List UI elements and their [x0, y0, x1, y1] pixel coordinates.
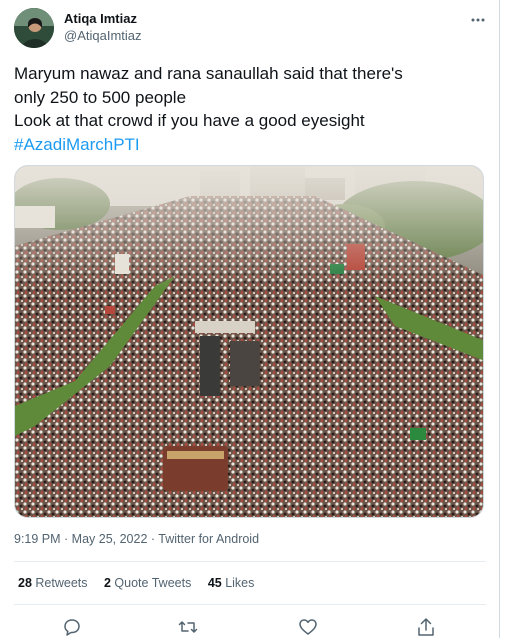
retweets-label: Retweets — [35, 576, 88, 590]
tweet-meta: 9:19 PM · May 25, 2022 · Twitter for And… — [14, 532, 259, 546]
share-button[interactable] — [415, 616, 437, 638]
reply-button[interactable] — [61, 616, 83, 638]
crowd-photo — [15, 166, 483, 517]
retweets-stat[interactable]: 28 Retweets — [18, 576, 88, 590]
tweet-actions — [0, 616, 500, 638]
hashtag-link[interactable]: #AzadiMarchPTI — [14, 133, 484, 157]
tweet-card: Atiqa Imtiaz @AtiqaImtiaz Maryum nawaz a… — [0, 0, 500, 638]
like-icon — [299, 619, 317, 635]
retweet-icon — [178, 621, 198, 633]
like-button[interactable] — [297, 616, 319, 638]
likes-label: Likes — [225, 576, 255, 590]
quote-tweets-label: Quote Tweets — [114, 576, 192, 590]
more-horizontal-icon — [471, 18, 485, 22]
likes-count: 45 — [207, 576, 222, 590]
tweet-media-photo[interactable] — [14, 165, 484, 518]
retweet-button[interactable] — [177, 616, 199, 638]
more-options-button[interactable] — [468, 10, 488, 30]
divider — [14, 604, 486, 605]
tweet-text-line: Maryum nawaz and rana sanaullah said tha… — [14, 64, 403, 83]
quote-tweets-count: 2 — [103, 576, 111, 590]
share-icon — [418, 618, 434, 636]
tweet-text: Maryum nawaz and rana sanaullah said tha… — [14, 62, 484, 156]
author-handle[interactable]: @AtiqaImtiaz — [64, 28, 142, 43]
tweet-text-line: Look at that crowd if you have a good ey… — [14, 111, 365, 130]
tweet-timestamp[interactable]: 9:19 PM · May 25, 2022 — [14, 532, 147, 546]
author-display-name[interactable]: Atiqa Imtiaz — [64, 11, 137, 26]
reply-icon — [64, 619, 80, 636]
avatar[interactable] — [14, 8, 54, 48]
divider — [14, 561, 486, 562]
retweets-count: 28 — [18, 576, 32, 590]
tweet-text-line: only 250 to 500 people — [14, 87, 187, 107]
tweet-source[interactable]: Twitter for Android — [158, 532, 259, 546]
quote-tweets-stat[interactable]: 2 Quote Tweets — [104, 576, 191, 590]
meta-separator: · — [147, 532, 159, 546]
likes-stat[interactable]: 45 Likes — [208, 576, 255, 590]
avatar-photo-icon — [14, 8, 54, 48]
tweet-stats: 28 Retweets 2 Quote Tweets 45 Likes — [18, 576, 267, 590]
